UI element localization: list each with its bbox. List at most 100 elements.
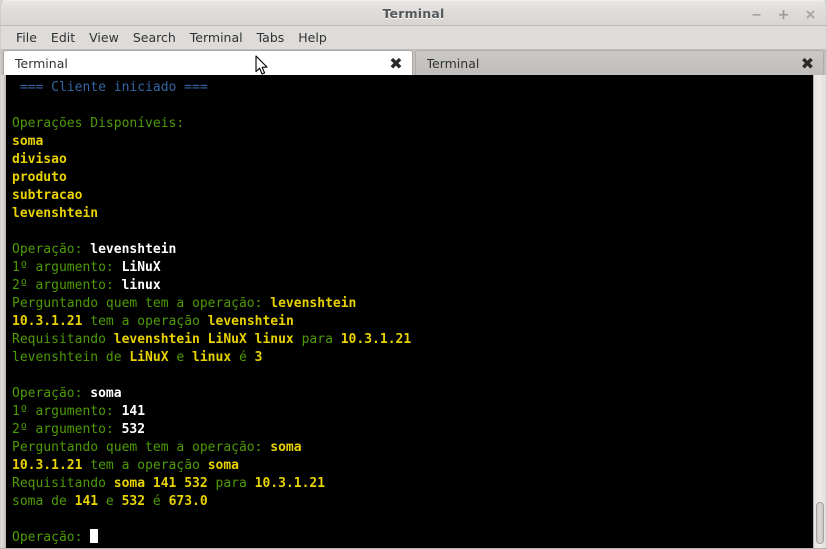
- terminal-line: 10.3.1.21 tem a operação soma: [12, 457, 813, 475]
- terminal-text-segment: Requisitando: [12, 332, 114, 347]
- terminal-line: Operação: levenshtein: [12, 241, 813, 259]
- terminal-line: Operações Disponíveis:: [12, 115, 813, 133]
- terminal-text-segment: é: [145, 494, 169, 509]
- tab-label: Terminal: [426, 55, 480, 71]
- terminal-cursor: [90, 529, 99, 543]
- terminal-line: 2º argumento: 532: [12, 421, 813, 439]
- menu-item-file[interactable]: File: [9, 28, 44, 47]
- terminal-line: Perguntando quem tem a operação: levensh…: [12, 295, 813, 313]
- terminal-scrollbar[interactable]: [813, 75, 826, 548]
- menu-item-view[interactable]: View: [82, 28, 126, 47]
- menu-item-help[interactable]: Help: [291, 28, 334, 47]
- terminal-window: Terminal File Edit View Search Terminal …: [0, 0, 827, 549]
- terminal-text-segment: soma: [90, 386, 122, 401]
- terminal-text-segment: 3: [254, 350, 263, 365]
- menu-item-tabs[interactable]: Tabs: [250, 28, 292, 47]
- terminal-text-segment: 10.3.1.21: [254, 476, 326, 491]
- terminal-body: === Cliente iniciado === Operações Dispon…: [0, 75, 827, 549]
- terminal-text-segment: levenshtein: [90, 242, 177, 257]
- terminal-text-segment: levenshtein: [12, 206, 99, 221]
- terminal-text-segment: levenshtein: [270, 296, 357, 311]
- tab-close-icon[interactable]: ✖: [389, 54, 402, 73]
- window-title: Terminal: [382, 5, 445, 21]
- tab-label: Terminal: [15, 55, 68, 71]
- terminal-line: Operação: soma: [12, 385, 813, 403]
- terminal-line: 1º argumento: LiNuX: [12, 259, 813, 277]
- terminal-text-segment: 2º argumento:: [12, 278, 122, 293]
- terminal-text-segment: 141: [121, 404, 146, 419]
- title-bar: Terminal: [0, 0, 827, 26]
- terminal-line: divisao: [12, 151, 813, 169]
- terminal-text-segment: e: [168, 350, 193, 365]
- terminal-text-segment: para: [207, 476, 255, 491]
- terminal-text-segment: LiNuX: [129, 350, 169, 365]
- menu-bar: File Edit View Search Terminal Tabs Help: [0, 26, 827, 49]
- terminal-line: 1º argumento: 141: [12, 403, 813, 421]
- terminal-text-segment: produto: [12, 170, 67, 185]
- terminal-line: Operação:: [12, 529, 813, 547]
- terminal-text-segment: 673.0: [168, 494, 208, 509]
- menu-item-edit[interactable]: Edit: [44, 28, 82, 47]
- terminal-line: levenshtein: [12, 205, 813, 223]
- terminal-output[interactable]: === Cliente iniciado === Operações Dispon…: [6, 75, 813, 548]
- maximize-button[interactable]: [776, 7, 791, 22]
- terminal-text-segment: soma: [12, 134, 44, 149]
- terminal-line: subtracao: [12, 187, 813, 205]
- terminal-text-segment: soma: [270, 440, 302, 455]
- terminal-text-segment: soma 141 532: [113, 476, 208, 491]
- terminal-text-segment: tem a operação: [82, 314, 208, 329]
- terminal-line: soma de 141 e 532 é 673.0: [12, 493, 813, 511]
- tab-terminal-2[interactable]: Terminal ✖: [414, 50, 824, 75]
- terminal-text-segment: linux: [192, 350, 232, 365]
- terminal-text-segment: === Cliente iniciado ===: [12, 80, 208, 95]
- menu-item-terminal[interactable]: Terminal: [183, 28, 250, 47]
- terminal-text-segment: subtracao: [12, 188, 83, 203]
- minimize-button[interactable]: [749, 7, 764, 22]
- terminal-text-segment: Operação:: [12, 530, 91, 545]
- terminal-text-segment: levenshtein de: [12, 350, 130, 365]
- tab-terminal-1[interactable]: Terminal ✖: [3, 50, 413, 75]
- terminal-line: Requisitando levenshtein LiNuX linux par…: [12, 331, 813, 349]
- terminal-line: Requisitando soma 141 532 para 10.3.1.21: [12, 475, 813, 493]
- close-button[interactable]: [803, 7, 818, 22]
- terminal-text-segment: 141: [74, 494, 99, 509]
- terminal-line: Perguntando quem tem a operação: soma: [12, 439, 813, 457]
- terminal-text-segment: tem a operação: [82, 458, 208, 473]
- terminal-text-segment: 10.3.1.21: [12, 314, 83, 329]
- terminal-text-segment: Perguntando quem tem a operação:: [12, 296, 271, 311]
- tab-close-icon[interactable]: ✖: [801, 54, 814, 73]
- terminal-text-segment: soma de: [12, 494, 75, 509]
- terminal-text-segment: é: [231, 350, 255, 365]
- terminal-line: 10.3.1.21 tem a operação levenshtein: [12, 313, 813, 331]
- terminal-text-segment: levenshtein LiNuX linux: [113, 332, 294, 347]
- terminal-text-segment: Operações Disponíveis:: [12, 116, 185, 131]
- terminal-text-segment: Operação:: [12, 242, 91, 257]
- menu-item-search[interactable]: Search: [126, 28, 183, 47]
- terminal-text-segment: levenshtein: [207, 314, 294, 329]
- terminal-line: 2º argumento: linux: [12, 277, 813, 295]
- terminal-text-segment: e: [98, 494, 122, 509]
- terminal-text-segment: 10.3.1.21: [12, 458, 83, 473]
- terminal-text-segment: Operação:: [12, 386, 91, 401]
- terminal-line: produto: [12, 169, 813, 187]
- terminal-text-segment: 10.3.1.21: [340, 332, 412, 347]
- terminal-text-segment: 1º argumento:: [12, 260, 122, 275]
- scrollbar-thumb[interactable]: [816, 502, 824, 544]
- terminal-text-segment: 2º argumento:: [12, 422, 122, 437]
- terminal-line: soma: [12, 133, 813, 151]
- terminal-text-segment: 532: [121, 494, 146, 509]
- terminal-text-segment: linux: [121, 278, 161, 293]
- terminal-text-segment: 532: [121, 422, 146, 437]
- terminal-text-segment: Perguntando quem tem a operação:: [12, 440, 271, 455]
- terminal-text-segment: LiNuX: [121, 260, 161, 275]
- window-controls: [749, 1, 818, 27]
- tab-bar: Terminal ✖ Terminal ✖: [0, 49, 827, 75]
- terminal-text-segment: para: [293, 332, 341, 347]
- terminal-line: levenshtein de LiNuX e linux é 3: [12, 349, 813, 367]
- terminal-line: === Cliente iniciado ===: [12, 79, 813, 97]
- terminal-text-segment: soma: [207, 458, 239, 473]
